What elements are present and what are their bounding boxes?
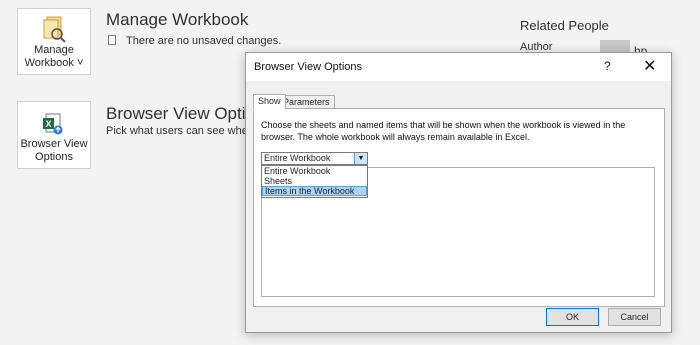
- view-mode-select[interactable]: Entire Workbook ▼: [261, 152, 368, 165]
- view-mode-select-value: Entire Workbook: [264, 153, 331, 163]
- view-mode-dropdown-list: Entire Workbook Sheets Items in the Work…: [261, 165, 368, 198]
- svg-text:X: X: [45, 119, 51, 129]
- dialog-titlebar[interactable]: Browser View Options ? ✕: [246, 53, 671, 81]
- browser-view-label-line1: Browser View: [20, 138, 88, 150]
- option-sheets[interactable]: Sheets: [262, 176, 367, 186]
- option-items-in-workbook[interactable]: Items in the Workbook: [262, 186, 367, 196]
- manage-workbook-button[interactable]: Manage Workbook ˅: [17, 8, 91, 75]
- dialog-title: Browser View Options: [254, 61, 363, 73]
- ok-button[interactable]: OK: [546, 308, 599, 326]
- excel-browser-icon: X: [43, 113, 63, 135]
- manage-workbook-label-line1: Manage: [34, 44, 74, 56]
- manage-workbook-label-line2: Workbook ˅: [24, 57, 84, 69]
- manage-workbook-title: Manage Workbook: [106, 10, 249, 29]
- document-icon: [108, 35, 116, 45]
- browser-view-options-dialog: Browser View Options ? ✕ Show Parameters…: [245, 52, 672, 333]
- tab-parameters[interactable]: Parameters: [278, 95, 335, 109]
- close-button[interactable]: ✕: [643, 56, 656, 76]
- related-people-title: Related People: [520, 18, 609, 33]
- show-description: Choose the sheets and named items that w…: [261, 120, 626, 142]
- browser-view-options-button[interactable]: X Browser View Options: [17, 101, 91, 169]
- unsaved-changes-status: There are no unsaved changes.: [126, 35, 282, 47]
- help-button[interactable]: ?: [604, 59, 611, 73]
- manage-workbook-icon: [43, 16, 66, 43]
- chevron-down-icon[interactable]: ▼: [354, 153, 367, 164]
- cancel-button[interactable]: Cancel: [608, 308, 661, 326]
- browser-view-label-line2: Options: [35, 151, 73, 163]
- option-entire-workbook[interactable]: Entire Workbook: [262, 166, 367, 176]
- tab-show[interactable]: Show: [253, 94, 286, 110]
- show-tab-panel: Choose the sheets and named items that w…: [253, 108, 665, 307]
